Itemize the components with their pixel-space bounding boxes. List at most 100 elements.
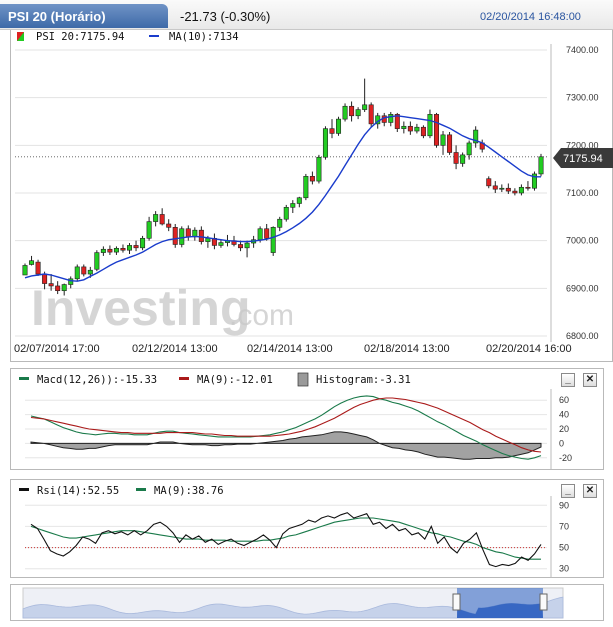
- candle[interactable]: [309, 171, 315, 185]
- candle[interactable]: [440, 131, 446, 155]
- macd-chart[interactable]: Macd(12,26)):-15.33 MA(9):-12.01 Histogr…: [11, 369, 605, 471]
- candle[interactable]: [35, 259, 41, 276]
- candle-body: [368, 104, 374, 125]
- candle[interactable]: [433, 112, 439, 148]
- candle[interactable]: [427, 109, 433, 139]
- candle[interactable]: [505, 183, 511, 194]
- candle-body: [460, 154, 466, 164]
- candle-body: [407, 125, 413, 132]
- rsi-legend-ma-swatch: [136, 488, 146, 491]
- candle[interactable]: [362, 78, 368, 112]
- range-navigator[interactable]: [11, 585, 605, 622]
- candle[interactable]: [290, 200, 296, 214]
- candle[interactable]: [185, 225, 191, 241]
- candle-body: [42, 273, 48, 284]
- candle[interactable]: [211, 233, 217, 250]
- candle[interactable]: [81, 264, 87, 277]
- candle[interactable]: [100, 246, 106, 256]
- candle[interactable]: [94, 250, 100, 272]
- candle[interactable]: [401, 121, 407, 134]
- candle-body: [440, 134, 446, 146]
- candle[interactable]: [22, 263, 28, 276]
- candle-body: [329, 128, 335, 134]
- candle-body: [218, 242, 224, 246]
- candle[interactable]: [277, 216, 283, 232]
- candle[interactable]: [153, 211, 159, 227]
- rsi-minimize-button[interactable]: _: [561, 484, 575, 498]
- candle-body: [525, 186, 531, 189]
- macd-close-button[interactable]: ✕: [583, 373, 597, 387]
- candle-body: [453, 152, 459, 164]
- candle[interactable]: [518, 184, 524, 196]
- candle[interactable]: [244, 240, 250, 258]
- candle[interactable]: [179, 226, 185, 248]
- candle[interactable]: [322, 126, 328, 160]
- candle[interactable]: [296, 196, 302, 208]
- candle[interactable]: [192, 227, 198, 241]
- rsi-line: [30, 512, 542, 568]
- candle[interactable]: [349, 101, 355, 122]
- price-chart[interactable]: PSI 20:7175.94 MA(10):7134 Investing .co…: [11, 30, 613, 362]
- macd-minimize-button[interactable]: _: [561, 373, 575, 387]
- candle[interactable]: [166, 219, 172, 232]
- candle[interactable]: [107, 245, 113, 255]
- candle[interactable]: [316, 154, 322, 184]
- candle[interactable]: [342, 103, 348, 122]
- candle[interactable]: [127, 243, 133, 255]
- candle[interactable]: [447, 131, 453, 155]
- rsi-close-button[interactable]: ✕: [583, 484, 597, 498]
- candle[interactable]: [453, 145, 459, 170]
- candle-body: [264, 228, 270, 239]
- candle-body: [270, 227, 276, 253]
- candle[interactable]: [303, 173, 309, 201]
- candle[interactable]: [355, 107, 361, 120]
- candle[interactable]: [29, 255, 35, 266]
- candle-body: [433, 114, 439, 146]
- candle[interactable]: [460, 152, 466, 167]
- last-price-tag: 7175.94: [553, 148, 613, 168]
- candle[interactable]: [74, 264, 80, 282]
- candle[interactable]: [538, 153, 544, 177]
- candle[interactable]: [499, 184, 505, 193]
- ma-line: [24, 115, 541, 282]
- candle-body: [61, 284, 67, 292]
- instrument-title[interactable]: PSI 20 (Horário): [0, 4, 168, 28]
- candle[interactable]: [270, 226, 276, 256]
- candle[interactable]: [198, 226, 204, 245]
- candle[interactable]: [283, 204, 289, 222]
- candle-body: [257, 228, 263, 241]
- candle[interactable]: [407, 121, 413, 135]
- candle[interactable]: [466, 140, 472, 160]
- candle[interactable]: [388, 111, 394, 127]
- candle[interactable]: [172, 223, 178, 248]
- candle[interactable]: [473, 126, 479, 148]
- candle[interactable]: [140, 235, 146, 251]
- navigator-right-handle[interactable]: [539, 593, 548, 611]
- candle[interactable]: [159, 208, 165, 226]
- candle[interactable]: [525, 181, 531, 191]
- candle[interactable]: [486, 176, 492, 189]
- candle[interactable]: [492, 181, 498, 193]
- candle-body: [22, 265, 28, 276]
- candle[interactable]: [420, 125, 426, 139]
- candle[interactable]: [479, 139, 485, 153]
- candle[interactable]: [329, 119, 335, 139]
- navigator-left-handle[interactable]: [452, 593, 461, 611]
- candle-body: [447, 134, 453, 153]
- rsi-legend-swatch: [19, 488, 29, 491]
- candle[interactable]: [336, 116, 342, 136]
- candle[interactable]: [414, 123, 420, 134]
- candle[interactable]: [146, 216, 152, 241]
- candle[interactable]: [531, 171, 537, 191]
- candle[interactable]: [120, 244, 126, 253]
- candle[interactable]: [113, 246, 119, 255]
- candle-body: [512, 190, 518, 194]
- candle[interactable]: [381, 112, 387, 127]
- candle-body: [153, 214, 159, 222]
- candle[interactable]: [368, 102, 374, 128]
- candle[interactable]: [133, 240, 139, 252]
- rsi-chart[interactable]: Rsi(14):52.55 MA(9):38.76 90 70 50 30: [11, 480, 605, 579]
- candle-body: [283, 207, 289, 220]
- candle[interactable]: [512, 188, 518, 196]
- x-tick-label: 02/07/2014 17:00: [14, 343, 100, 355]
